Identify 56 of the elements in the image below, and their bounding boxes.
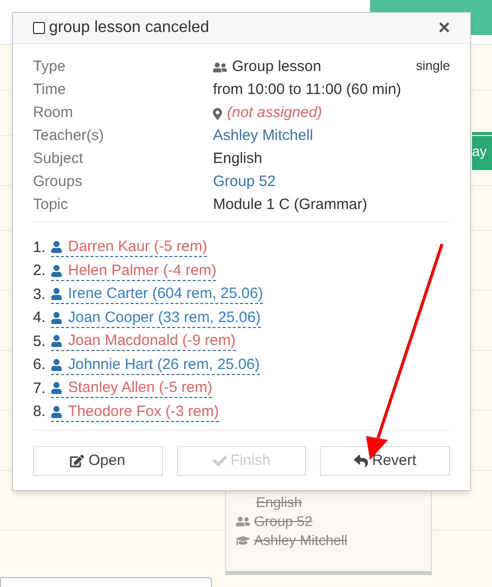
student-number: 2. <box>33 261 47 281</box>
person-icon <box>51 358 62 371</box>
detail-value: English <box>213 149 262 170</box>
graduation-cap-icon <box>236 534 250 547</box>
detail-link[interactable]: Ashley Mitchell <box>213 125 314 148</box>
student-number: 6. <box>33 355 47 375</box>
student-number: 7. <box>33 378 47 398</box>
person-icon <box>51 335 62 348</box>
student-link[interactable]: Johnnie Hart (26 rem, 25.06) <box>51 356 260 375</box>
edit-button[interactable]: Open <box>33 446 163 476</box>
detail-label: Groups <box>33 172 84 192</box>
detail-value: Module 1 C (Grammar) <box>213 195 368 216</box>
student-link[interactable]: Helen Palmer (-4 rem) <box>51 262 216 281</box>
event-line: Ashley Mitchell <box>254 531 348 550</box>
detail-label: Time <box>33 80 67 100</box>
detail-label: Topic <box>33 195 70 216</box>
popover-title: group lesson canceled <box>49 18 210 38</box>
canceled-checkbox[interactable] <box>33 22 45 34</box>
student-number: 5. <box>33 332 47 352</box>
student-link[interactable]: Joan Macdonald (-9 rem) <box>51 332 236 352</box>
person-icon <box>51 241 62 254</box>
reply-icon <box>354 454 368 468</box>
edit-icon <box>70 454 84 468</box>
detail-value: (not assigned) <box>227 103 322 124</box>
detail-link[interactable]: Group 52 <box>213 171 276 194</box>
person-icon <box>51 312 62 324</box>
single-label: single <box>416 57 450 75</box>
detail-value: from 10:00 to 11:00 (60 min) <box>213 80 402 100</box>
event-line: Group 52 <box>254 512 312 531</box>
student-link[interactable]: Joan Cooper (33 rem, 25.06) <box>51 308 261 328</box>
detail-label: Teacher(s) <box>33 126 105 146</box>
undo-button[interactable]: Revert <box>320 446 450 476</box>
person-icon <box>51 406 62 418</box>
student-number: 1. <box>33 238 47 258</box>
close-icon[interactable]: × <box>438 18 450 38</box>
check-icon <box>212 454 226 468</box>
student-link[interactable]: Darren Kaur (-5 rem) <box>51 238 208 258</box>
event-card[interactable]: English Group 52 Ashley Mitchell <box>225 490 432 575</box>
student-link[interactable]: Theodore Fox (-3 rem) <box>51 402 219 422</box>
group-icon <box>213 61 227 74</box>
student-number: 3. <box>33 284 47 304</box>
student-link[interactable]: Irene Carter (604 rem, 25.06) <box>51 285 264 304</box>
detail-label: Subject <box>33 149 84 170</box>
person-icon <box>51 264 62 277</box>
student-number: 4. <box>33 308 47 328</box>
detail-label: Room <box>33 103 74 124</box>
detail-label: Type <box>33 57 67 78</box>
student-link[interactable]: Stanley Allen (-5 rem) <box>51 379 212 398</box>
group-icon <box>236 515 250 528</box>
person-icon <box>51 288 62 300</box>
person-icon <box>51 382 62 394</box>
event-line: English <box>256 493 302 512</box>
detail-value: Group lesson <box>232 57 322 78</box>
student-number: 8. <box>33 402 47 422</box>
day-button[interactable]: ay <box>472 132 492 170</box>
map-pin-icon <box>213 108 222 120</box>
